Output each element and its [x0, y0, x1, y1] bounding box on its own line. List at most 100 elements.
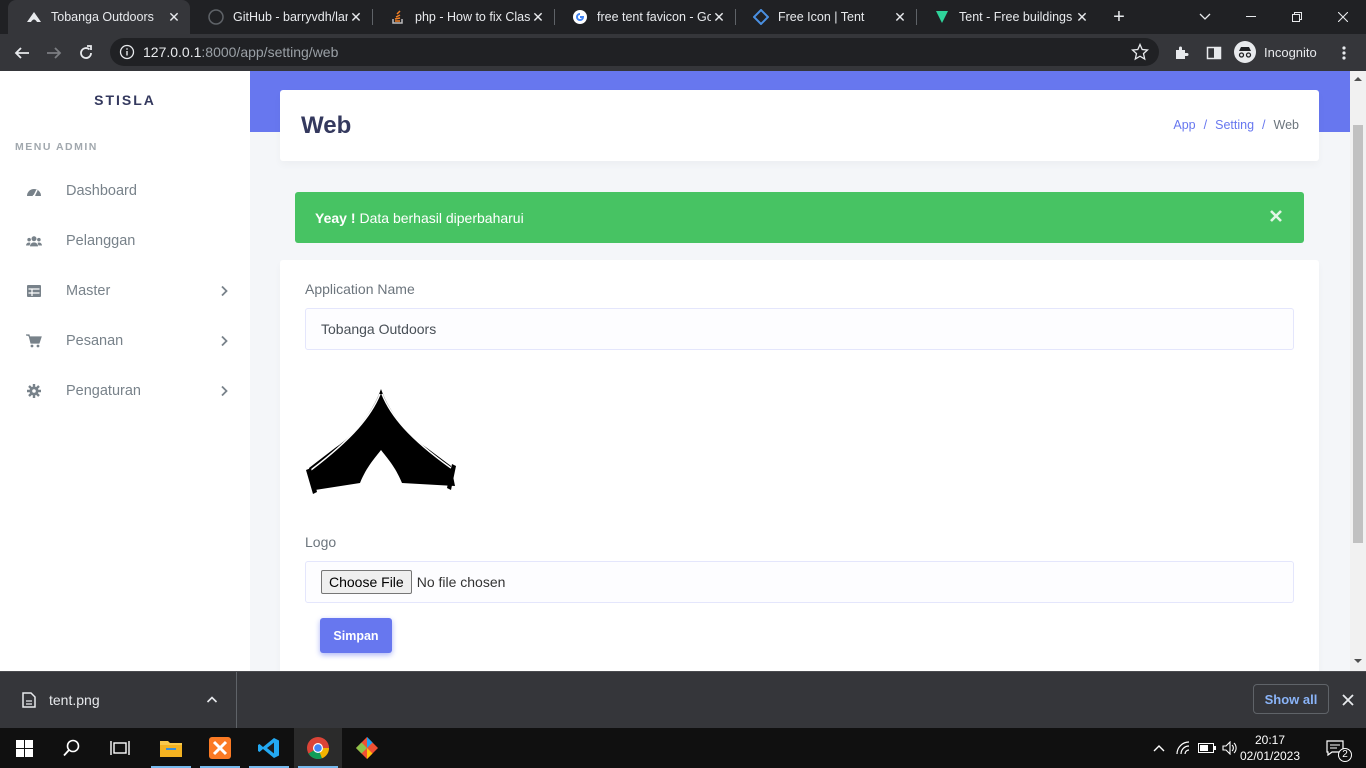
restore-button[interactable]: [1274, 0, 1320, 34]
sidebar-item-label: Master: [66, 283, 111, 299]
tab-freeicon[interactable]: Free Icon | Tent ✕: [735, 0, 916, 34]
file-status-text: No file chosen: [416, 574, 506, 590]
reload-button[interactable]: [72, 39, 100, 67]
speaker-icon: [1222, 741, 1237, 755]
sidebar-item-dashboard[interactable]: Dashboard: [0, 166, 250, 216]
notification-center-button[interactable]: 2: [1318, 728, 1352, 768]
star-icon[interactable]: [1131, 43, 1149, 61]
close-window-button[interactable]: [1320, 0, 1366, 34]
brand-logo[interactable]: STISLA: [0, 92, 250, 108]
clock-date: 02/01/2023: [1239, 749, 1301, 763]
taskbar-file-explorer[interactable]: [147, 728, 195, 768]
search-button[interactable]: [48, 728, 96, 768]
incognito-label: Incognito: [1264, 44, 1317, 60]
close-icon[interactable]: [1340, 692, 1356, 708]
back-button[interactable]: [8, 39, 36, 67]
close-icon[interactable]: ✕: [892, 9, 908, 26]
taskbar-git[interactable]: [343, 728, 391, 768]
menu-header: MENU ADMIN: [15, 141, 98, 153]
section-header: Web App / Setting / Web: [280, 90, 1319, 161]
start-button[interactable]: [0, 728, 48, 768]
extensions-button[interactable]: [1168, 39, 1196, 67]
breadcrumb-item-setting[interactable]: Setting: [1215, 118, 1254, 132]
tent-logo-image: [306, 389, 456, 494]
info-icon[interactable]: [119, 44, 135, 60]
sidebar-item-pesanan[interactable]: Pesanan: [0, 316, 250, 366]
incognito-icon: [1234, 41, 1256, 63]
minimize-button[interactable]: [1228, 0, 1274, 34]
sidebar-item-label: Pesanan: [66, 333, 124, 349]
url-path: :8000/app/setting/web: [201, 44, 339, 60]
taskbar-chrome[interactable]: [294, 728, 342, 768]
menu-button[interactable]: [1330, 39, 1358, 67]
tab-github[interactable]: GitHub - barryvdh/lara ✕: [190, 0, 372, 34]
clock-time: 20:17: [1254, 733, 1286, 747]
restore-icon: [1292, 12, 1302, 22]
task-view-icon: [110, 741, 130, 755]
task-view-button[interactable]: [96, 728, 144, 768]
network-button[interactable]: [1174, 728, 1194, 768]
tab-tobanga-outdoors[interactable]: Tobanga Outdoors ✕: [8, 0, 190, 34]
sidebar-item-pengaturan[interactable]: Pengaturan: [0, 366, 250, 416]
sidebar-item-pelanggan[interactable]: Pelanggan: [0, 216, 250, 266]
taskbar-xampp[interactable]: [196, 728, 244, 768]
cart-icon: [26, 333, 42, 349]
table-icon: [26, 283, 42, 299]
taskbar-vscode[interactable]: [245, 728, 293, 768]
new-tab-button[interactable]: +: [1108, 6, 1130, 28]
incognito-badge[interactable]: Incognito: [1234, 39, 1317, 65]
settings-form-card: Application Name Tobanga Outdoors Logo C…: [280, 260, 1319, 671]
chrome-icon: [307, 737, 330, 760]
breadcrumb-separator: /: [1203, 118, 1208, 132]
chevron-up-icon[interactable]: [206, 694, 218, 706]
close-icon[interactable]: ✕: [1074, 9, 1090, 26]
show-hidden-icons-button[interactable]: [1150, 728, 1168, 768]
close-icon[interactable]: [1268, 208, 1284, 224]
page-scrollbar[interactable]: [1350, 71, 1366, 671]
close-icon[interactable]: ✕: [530, 9, 546, 26]
address-bar[interactable]: 127.0.0.1:8000/app/setting/web: [110, 38, 1159, 66]
volume-button[interactable]: [1220, 728, 1240, 768]
flaticon-icon: [934, 9, 950, 25]
url-text: 127.0.0.1:8000/app/setting/web: [143, 44, 338, 60]
download-shelf: tent.png Show all: [0, 671, 1366, 728]
save-button[interactable]: Simpan: [320, 618, 392, 653]
app-name-input[interactable]: Tobanga Outdoors: [305, 308, 1294, 350]
show-all-button[interactable]: Show all: [1253, 684, 1329, 714]
freeicon-icon: [753, 9, 769, 25]
breadcrumb-item-app[interactable]: App: [1173, 118, 1195, 132]
sidebar-item-label: Pengaturan: [66, 383, 141, 399]
download-file-name: tent.png: [49, 692, 100, 708]
download-item[interactable]: tent.png: [0, 672, 237, 728]
xampp-icon: [209, 737, 231, 759]
vscode-icon: [258, 738, 279, 758]
sidebar-item-label: Dashboard: [66, 183, 137, 199]
tab-google[interactable]: free tent favicon - Goo ✕: [554, 0, 735, 34]
close-icon[interactable]: ✕: [711, 9, 727, 26]
scrollbar-thumb[interactable]: [1353, 125, 1363, 543]
users-icon: [26, 233, 42, 249]
choose-file-button[interactable]: Choose File: [321, 570, 412, 594]
github-icon: [208, 9, 224, 25]
close-icon[interactable]: ✕: [348, 9, 364, 26]
success-alert: Yeay ! Data berhasil diperbaharui: [295, 192, 1304, 243]
close-icon[interactable]: ✕: [166, 9, 182, 26]
battery-button[interactable]: [1197, 728, 1217, 768]
tab-stackoverflow[interactable]: php - How to fix Class ✕: [372, 0, 554, 34]
scroll-up-icon[interactable]: [1354, 75, 1362, 83]
tab-flaticon[interactable]: Tent - Free buildings ic ✕: [916, 0, 1098, 34]
chevron-right-icon: [221, 335, 228, 347]
google-icon: [572, 9, 588, 25]
scroll-down-icon[interactable]: [1354, 657, 1362, 665]
tab-search-button[interactable]: [1182, 0, 1228, 34]
forward-button[interactable]: [40, 39, 68, 67]
sidebar-item-master[interactable]: Master: [0, 266, 250, 316]
git-icon: [356, 737, 378, 759]
reload-icon: [80, 45, 92, 59]
taskbar-clock[interactable]: 20:17 02/01/2023: [1238, 732, 1302, 764]
side-panel-button[interactable]: [1200, 39, 1228, 67]
tent-icon: [26, 9, 42, 25]
logo-file-input[interactable]: Choose File No file chosen: [305, 561, 1294, 603]
url-host: 127.0.0.1: [143, 44, 202, 60]
minimize-icon: [1246, 16, 1256, 17]
